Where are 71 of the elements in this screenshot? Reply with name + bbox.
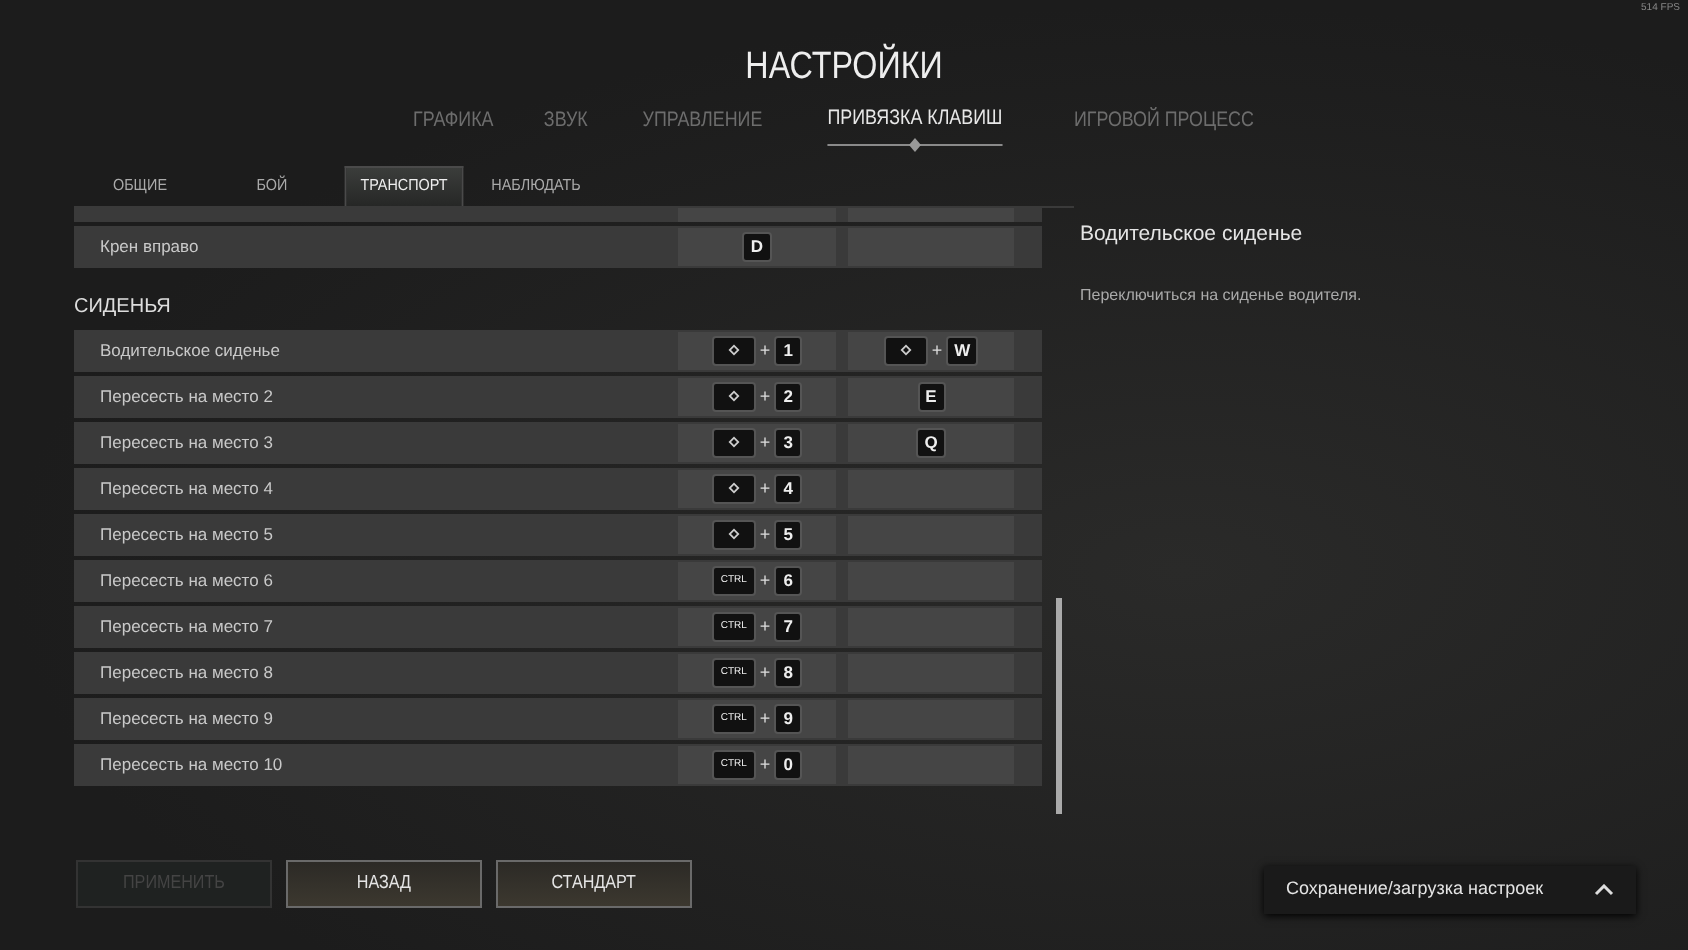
plus-sign: + [759,705,771,731]
preset-dropdown[interactable]: Сохранение/загрузка настроек [1264,866,1636,914]
key-cap: 2 [774,381,803,412]
key-slot[interactable] [848,469,1014,508]
key-cap: D [742,231,772,262]
key-slot[interactable] [848,699,1014,738]
key-slot[interactable] [848,515,1014,554]
key-slot[interactable]: + 5 [678,515,836,554]
key-cap: 7 [774,611,803,642]
plus-sign: + [759,613,771,639]
key-cap: 9 [774,703,803,734]
key-slot[interactable] [848,653,1014,692]
binding-label: Пересесть на место 3 [98,429,275,456]
binding-label: Пересесть на место 8 [98,659,275,686]
key-cap: 5 [774,519,803,550]
plus-sign: + [759,475,771,501]
key-cap: 8 [774,657,803,688]
binding-label: Пересесть на место 10 [98,751,285,778]
binding-label: Водительское сиденье [98,337,282,364]
binding-label: Пересесть на место 7 [98,613,275,640]
binding-label: Пересесть на место 9 [98,705,275,732]
binding-label: Пересесть на место 5 [98,521,275,548]
category-tab[interactable]: НАБЛЮДАТЬ [476,165,596,206]
key-cap: 4 [774,473,803,504]
key-cap: 0 [774,749,803,780]
category-tab[interactable]: ОБЩИЕ [80,165,200,206]
key-slot[interactable]: + 1 [678,331,836,370]
category-tab[interactable]: ТРАНСПОРТ [344,165,464,206]
detail-title: Водительское сиденье [1080,220,1305,250]
plus-sign: + [759,383,771,409]
plus-sign: + [759,429,771,455]
page-title: НАСТРОЙКИ [743,41,945,92]
key-slot[interactable] [848,607,1014,646]
plus-sign: + [931,337,943,363]
plus-sign: + [759,751,771,777]
diamond-icon [727,390,740,403]
key-slot[interactable]: + W [848,331,1014,370]
binding-label: Пересесть на место 4 [98,475,275,502]
detail-text: Переключиться на сиденье водителя. [1080,283,1364,308]
settings-tab[interactable]: ПРИВЯЗКА КЛАВИШ [828,104,1004,146]
section-heading: СИДЕНЬЯ [74,293,173,322]
key-slot[interactable]: Q [848,423,1014,462]
key-cap: Q [916,427,946,458]
key-slot[interactable]: D [678,227,836,266]
plus-sign: + [759,337,771,363]
plus-sign: + [759,521,771,547]
plus-sign: + [759,567,771,593]
key-cap: W [946,335,979,366]
key-cap: 6 [774,565,803,596]
diamond-icon [727,528,740,541]
diamond-icon [727,344,740,357]
key-cap: 3 [774,427,803,458]
key-slot[interactable]: + 4 [678,469,836,508]
key-cap: 1 [774,335,803,366]
key-slot[interactable]: + 3 [678,423,836,462]
key-slot[interactable]: + 2 [678,377,836,416]
key-slot[interactable] [848,745,1014,784]
binding-label: Крен вправо [98,233,201,260]
key-slot[interactable] [848,561,1014,600]
binding-label: Пересесть на место 6 [98,567,275,594]
binding-label: Пересесть на место 2 [98,383,275,410]
diamond-icon [727,482,740,495]
key-slot[interactable]: E [848,377,1014,416]
menu-button[interactable]: НАЗАД [286,860,482,908]
diamond-icon [899,344,912,357]
menu-button[interactable]: СТАНДАРТ [496,860,692,908]
key-cap: E [917,381,945,412]
diamond-icon [727,436,740,449]
category-tab[interactable]: БОЙ [212,165,332,206]
plus-sign: + [759,659,771,685]
key-slot[interactable] [848,227,1014,266]
